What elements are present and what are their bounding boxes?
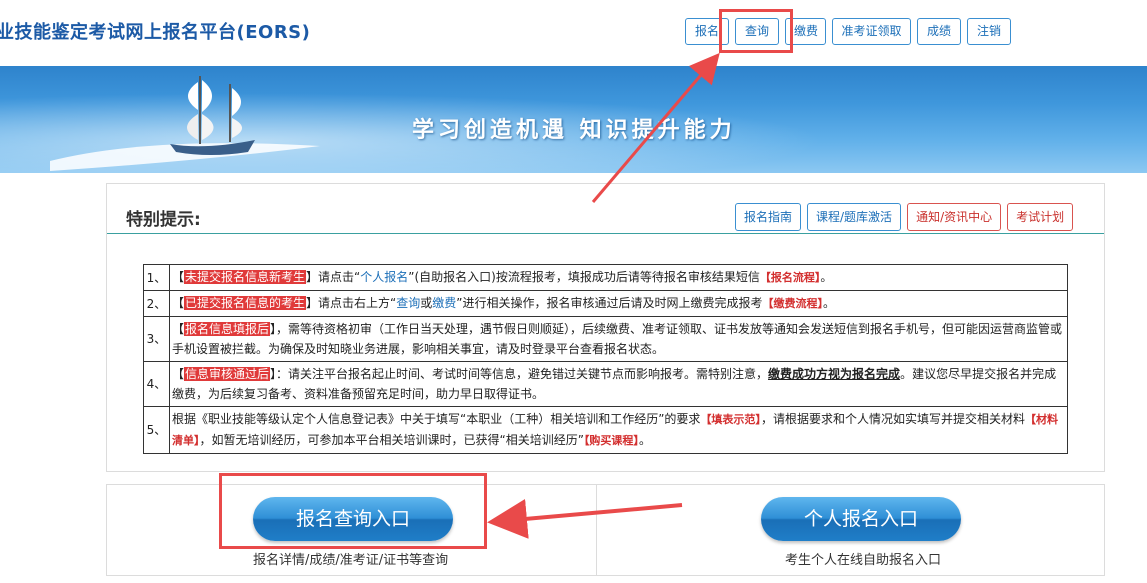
page: 业技能鉴定考试网上报名平台(EORS) 报名 查询 缴费 准考证领取 成绩 注销… — [0, 0, 1147, 583]
annotation-arrows-icon — [487, 52, 720, 539]
